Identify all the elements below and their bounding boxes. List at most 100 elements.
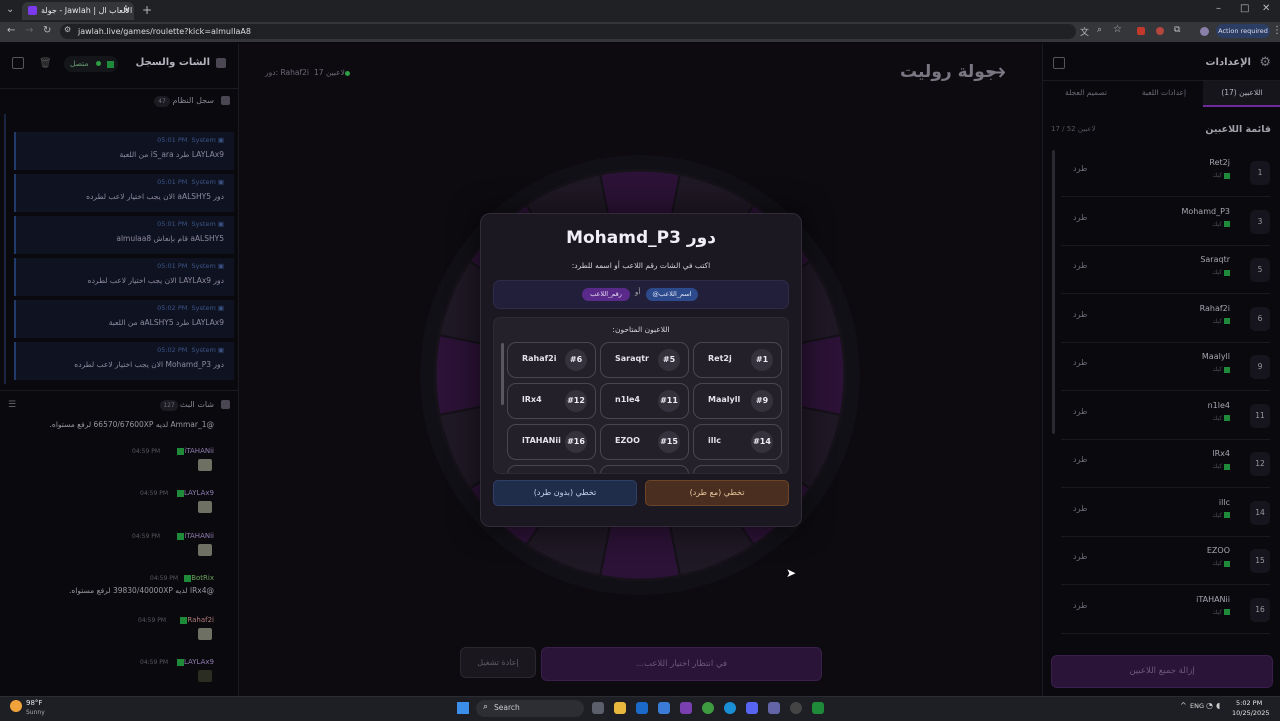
skip-without-kick-button[interactable]: تخطي (بدون طرد)	[493, 480, 637, 506]
windows-start-icon[interactable]	[457, 702, 469, 714]
kick-player-button[interactable]: طرد	[1073, 164, 1087, 173]
reload-icon[interactable]: ↻	[43, 25, 51, 36]
player-option-button[interactable]: n1le4 #11	[600, 383, 689, 419]
tab-title: جولة - Jawlah | منصة الألعاب ال...	[41, 6, 134, 15]
kick-player-button[interactable]: طرد	[1073, 261, 1087, 270]
player-name: iTAHANii	[1196, 594, 1230, 604]
wifi-icon[interactable]: ◔	[1206, 701, 1213, 710]
tray-chevron-icon[interactable]: ^	[1180, 701, 1187, 710]
skip-with-kick-button[interactable]: تخطي (مع طرد)	[645, 480, 789, 506]
player-option-button[interactable]: illc #14	[693, 424, 782, 460]
discord-icon[interactable]	[746, 702, 758, 714]
kick-player-button[interactable]: طرد	[1073, 552, 1087, 561]
system-log-title: سجل النظام	[172, 96, 215, 105]
player-option-button[interactable]: lRx4 #12	[507, 383, 596, 419]
tab-players[interactable]: اللاعبين (17)	[1203, 81, 1280, 107]
task-view-icon[interactable]	[592, 702, 604, 714]
command-options: @اسم_اللاعب أو رقم_اللاعب	[493, 280, 789, 309]
kick-player-button[interactable]: طرد	[1073, 455, 1087, 464]
extension-record-icon[interactable]	[1156, 27, 1164, 35]
app-icon[interactable]	[680, 702, 692, 714]
back-icon[interactable]: ←	[7, 25, 15, 36]
players-scrollbar[interactable]	[501, 343, 504, 405]
kick-app-icon[interactable]	[812, 702, 824, 714]
kick-logo-icon	[1224, 463, 1230, 470]
tab-wheel-design[interactable]: تصميم العجلة	[1047, 81, 1125, 105]
site-info-icon[interactable]: ⚙	[64, 25, 71, 34]
teams-icon[interactable]	[768, 702, 780, 714]
player-option-button[interactable]: Ret2j #1	[693, 342, 782, 378]
extension-icon[interactable]	[1137, 27, 1145, 35]
tab-list-icon[interactable]: ⌄	[6, 4, 14, 15]
kick-player-button[interactable]: طرد	[1073, 310, 1087, 319]
bookmark-star-icon[interactable]: ☆	[1113, 24, 1122, 35]
chat-panel-icon	[216, 58, 226, 68]
minimize-icon[interactable]: –	[1216, 3, 1221, 14]
player-index: 12	[1250, 452, 1270, 476]
player-row: 9 Maalyll كيك طرد	[1061, 346, 1270, 391]
forward-icon[interactable]: →	[25, 25, 33, 36]
kick-logo-icon	[107, 61, 114, 68]
zoom-icon[interactable]: ⌕	[1097, 25, 1102, 35]
player-option-button[interactable]: Rahaf2i #6	[507, 342, 596, 378]
chat-image	[198, 501, 212, 513]
player-platform: كيك	[1212, 463, 1230, 470]
chat-menu-icon[interactable]: ☰	[8, 400, 16, 410]
action-required-button[interactable]: Action required	[1216, 24, 1270, 38]
option-by-name-pill: @اسم_اللاعب	[646, 288, 698, 301]
volume-icon[interactable]: ◖	[1216, 701, 1220, 710]
player-option-button[interactable]: EZOO #15	[600, 424, 689, 460]
weather-status: Sunny	[26, 709, 45, 716]
kick-player-button[interactable]: طرد	[1073, 504, 1087, 513]
tab-game-settings[interactable]: إعدادات اللعبة	[1125, 81, 1203, 105]
collapse-panel-icon[interactable]	[12, 57, 24, 69]
kick-player-button[interactable]: طرد	[1073, 601, 1087, 610]
obs-icon[interactable]	[790, 702, 802, 714]
chat-message: iTAHANii 04:59 PM	[0, 532, 230, 568]
player-option-button-partial[interactable]	[600, 465, 689, 473]
chat-log-panel: الشات والسجل متصل 🗑 سجل النظام 47 05:01 …	[0, 44, 239, 696]
translate-icon[interactable]: 文	[1080, 25, 1089, 38]
url-input[interactable]: jawlah.live/games/roulette?kick=almullaA…	[60, 24, 1076, 39]
player-option-button[interactable]: Saraqtr #5	[600, 342, 689, 378]
restart-button[interactable]: إعادة تشغيل	[460, 647, 536, 678]
extensions-puzzle-icon[interactable]: ⧉	[1174, 25, 1180, 35]
log-scrollbar[interactable]	[4, 114, 6, 384]
player-option-button-partial[interactable]	[507, 465, 596, 473]
kick-player-button[interactable]: طرد	[1073, 213, 1087, 222]
taskbar-search-box[interactable]: ⌕ Search	[476, 700, 584, 717]
maximize-icon[interactable]: □	[1240, 3, 1249, 14]
kick-player-button[interactable]: طرد	[1073, 407, 1087, 416]
player-platform: كيك	[1212, 221, 1230, 228]
player-name: n1le4	[1207, 400, 1230, 410]
player-index: 6	[1250, 306, 1270, 331]
browser-tab[interactable]: جولة - Jawlah | منصة الألعاب ال... ✕	[22, 2, 134, 20]
store-icon[interactable]	[658, 702, 670, 714]
window-close-icon[interactable]: ✕	[1262, 3, 1270, 14]
mouse-cursor-icon: ➤	[786, 566, 797, 580]
new-tab-icon[interactable]: +	[142, 3, 152, 17]
player-platform: كيك	[1212, 512, 1230, 519]
kick-player-button[interactable]: طرد	[1073, 358, 1087, 367]
close-tab-icon[interactable]: ✕	[123, 2, 130, 20]
edge-icon[interactable]	[724, 702, 736, 714]
live-chat-count: 127	[160, 400, 178, 411]
collapse-settings-icon[interactable]	[1053, 57, 1065, 69]
profile-avatar[interactable]	[1200, 27, 1209, 36]
player-option-button[interactable]: iTAHANii #16	[507, 424, 596, 460]
chrome-icon[interactable]	[702, 702, 714, 714]
language-indicator[interactable]: ENG	[1190, 702, 1204, 710]
remove-all-players-button[interactable]: إزالة جميع اللاعبين	[1051, 655, 1273, 688]
steam-icon[interactable]	[636, 702, 648, 714]
clock-time[interactable]: 5:02 PM	[1236, 699, 1262, 707]
player-row: 12 lRx4 كيك طرد	[1061, 443, 1270, 488]
player-option-button[interactable]: Maalyll #9	[693, 383, 782, 419]
file-explorer-icon[interactable]	[614, 702, 626, 714]
browser-menu-icon[interactable]: ⋮	[1272, 25, 1280, 36]
clock-date[interactable]: 10/25/2025	[1232, 709, 1269, 717]
trash-icon[interactable]: 🗑	[39, 58, 52, 69]
system-log-icon	[221, 96, 230, 105]
player-option-button-partial[interactable]	[693, 465, 782, 473]
chat-image	[198, 670, 212, 682]
players-list-scrollbar[interactable]	[1052, 150, 1055, 434]
